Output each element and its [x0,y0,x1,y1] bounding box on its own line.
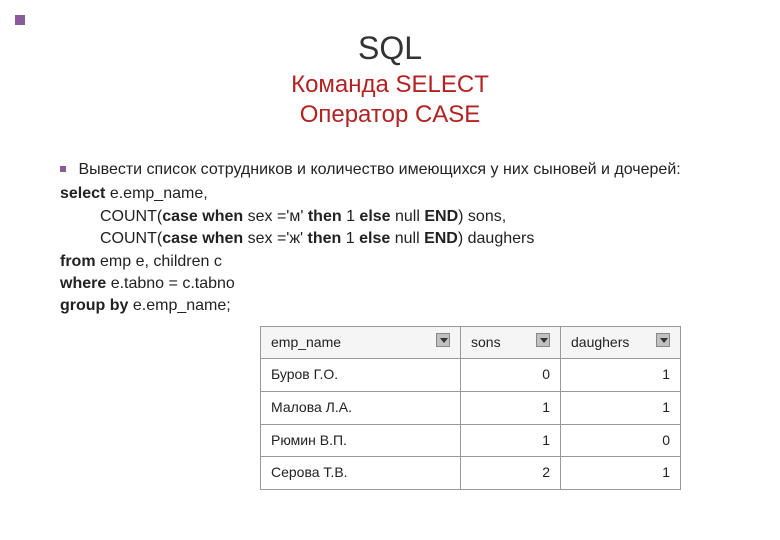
code-text: e.tabno = c.tabno [106,275,235,292]
cell-daughers: 1 [561,457,681,490]
kw-casewhen: case when [162,230,243,247]
cell-daughers: 1 [561,391,681,424]
code-text: COUNT( [100,230,162,247]
cell-sons: 2 [461,457,561,490]
bullet-icon [60,166,66,172]
kw-from: from [60,253,96,270]
code-text: e.emp_name, [105,185,207,202]
table-header-row: emp_name sons daughers [261,326,681,359]
code-text: 1 [342,208,360,225]
kw-else: else [359,208,390,225]
title-subtitle-1: Команда SELECT [60,71,720,99]
kw-select: select [60,185,105,202]
cell-daughers: 1 [561,359,681,392]
content-block: Вывести список сотрудников и количество … [60,159,720,490]
code-text: 1 [341,230,359,247]
code-text: sex ='м' [243,208,308,225]
code-text: null [391,208,425,225]
code-line-2: COUNT(case when sex ='м' then 1 else nul… [60,206,720,228]
result-table-wrap: emp_name sons daughers [260,326,720,490]
col-header-daughers: daughers [561,326,681,359]
code-text: e.emp_name; [128,297,230,314]
kw-casewhen: case when [162,208,243,225]
code-text: sex ='ж' [243,230,307,247]
col-header-sons: sons [461,326,561,359]
cell-sons: 0 [461,359,561,392]
cell-daughers: 0 [561,424,681,457]
kw-end: END [424,208,458,225]
table-row: Рюмин В.П. 1 0 [261,424,681,457]
cell-emp-name: Рюмин В.П. [261,424,461,457]
kw-end: END [424,230,458,247]
cell-emp-name: Серова Т.В. [261,457,461,490]
code-line-6: group by e.emp_name; [60,295,720,317]
col-header-emp-name: emp_name [261,326,461,359]
code-line-1: select e.emp_name, [60,183,720,205]
table-row: Буров Г.О. 0 1 [261,359,681,392]
code-text: null [390,230,424,247]
code-text: COUNT( [100,208,162,225]
header-label: sons [471,334,501,350]
slide: SQL Команда SELECT Оператор CASE Вывести… [0,0,780,520]
header-label: daughers [571,334,629,350]
table-row: Серова Т.В. 2 1 [261,457,681,490]
kw-else: else [359,230,390,247]
code-line-3: COUNT(case when sex ='ж' then 1 else nul… [60,228,720,250]
dropdown-icon[interactable] [436,333,450,347]
title-subtitle-2: Оператор CASE [60,101,720,129]
code-text: emp e, children c [96,253,222,270]
code-line-4: from emp e, children c [60,251,720,273]
kw-then: then [308,230,342,247]
cell-emp-name: Буров Г.О. [261,359,461,392]
kw-then: then [308,208,342,225]
code-text: ) daughers [458,230,535,247]
cell-sons: 1 [461,424,561,457]
table-row: Малова Л.А. 1 1 [261,391,681,424]
kw-where: where [60,275,106,292]
dropdown-icon[interactable] [536,333,550,347]
task-text: Вывести список сотрудников и количество … [78,161,680,178]
slide-corner-decor [15,15,25,25]
header-label: emp_name [271,334,341,350]
code-text: ) sons, [458,208,506,225]
task-paragraph: Вывести список сотрудников и количество … [60,159,720,181]
result-table: emp_name sons daughers [260,326,681,490]
cell-emp-name: Малова Л.А. [261,391,461,424]
title-main: SQL [60,30,720,67]
code-line-5: where e.tabno = c.tabno [60,273,720,295]
title-block: SQL Команда SELECT Оператор CASE [60,30,720,129]
cell-sons: 1 [461,391,561,424]
dropdown-icon[interactable] [656,333,670,347]
kw-groupby: group by [60,297,128,314]
